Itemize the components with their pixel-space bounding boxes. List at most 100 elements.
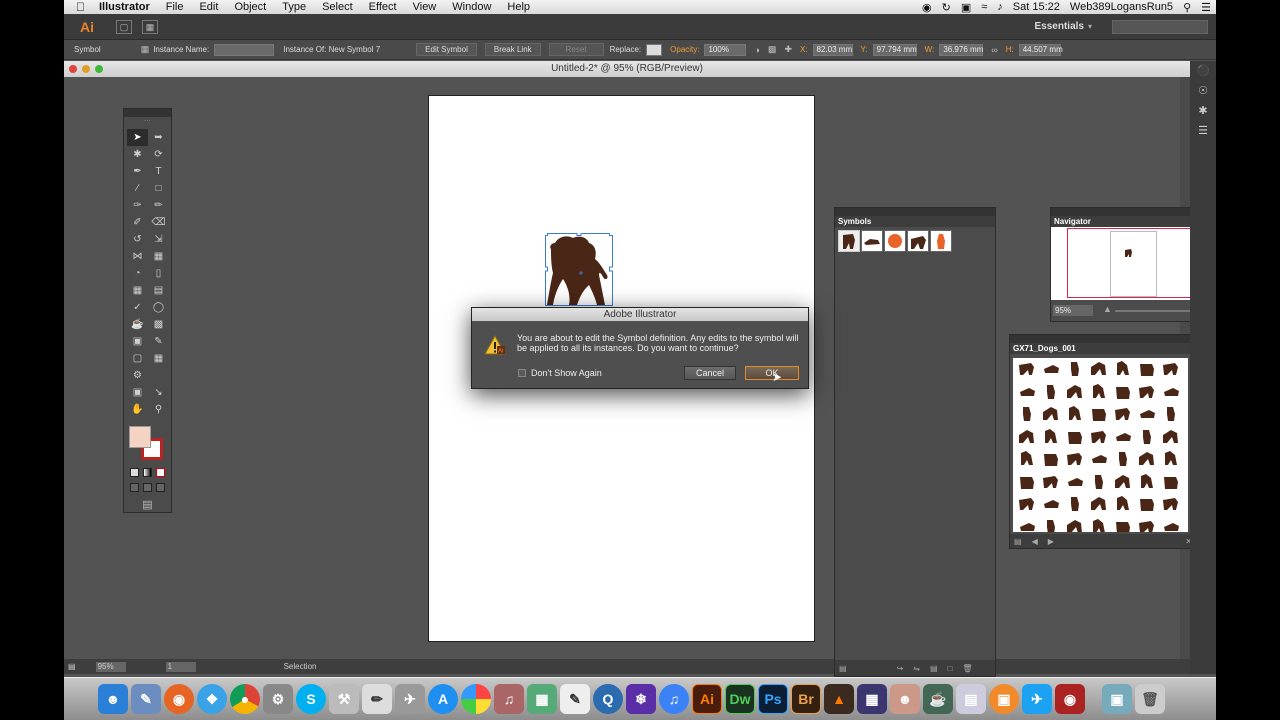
pencil-tool-icon[interactable]: ✏ [148,197,169,214]
pencils-icon[interactable]: ✏ [362,684,392,714]
eyedropper-tool-icon[interactable]: ✓ [127,299,148,316]
next-library-icon[interactable]: ▶ [1048,537,1054,546]
library-symbol[interactable] [1135,358,1158,381]
library-symbol[interactable] [1087,403,1110,426]
cup-icon[interactable]: ☕ [923,684,953,714]
status-text[interactable]: Selection [284,662,317,671]
trash-icon[interactable]: 🗑 [1135,684,1165,714]
menu-file[interactable]: File [158,0,192,14]
appearance-icon[interactable]: ☉ [1190,81,1216,101]
safari-icon[interactable]: ❖ [197,684,227,714]
rocket-icon[interactable]: ✈ [395,684,425,714]
library-symbol[interactable] [1039,381,1062,404]
library-symbol[interactable] [1159,471,1182,494]
gradient-mode-icon[interactable] [143,468,152,477]
lasso-tool-icon[interactable]: ⟳ [148,146,169,163]
library-panel-header[interactable] [1010,335,1202,343]
zoom-level[interactable]: 95% [95,661,126,672]
preview-2-icon[interactable]: ▤ [956,684,986,714]
library-symbol[interactable] [1111,381,1134,404]
library-symbol[interactable] [1039,471,1062,494]
rectangle-tool-icon[interactable]: □ [148,180,169,197]
gradient-tool-icon[interactable]: ▤ [148,282,169,299]
quicktime-icon[interactable]: Q [593,684,623,714]
zoom-slider[interactable] [1115,310,1193,312]
paintbrush-tool-icon[interactable]: ✑ [127,197,148,214]
scale-tool-icon[interactable]: ⇲ [148,231,169,248]
free-transform-tool-icon[interactable]: ▦ [148,248,169,265]
face-icon[interactable]: ☻ [890,684,920,714]
media-encoder-icon[interactable]: ▦ [857,684,887,714]
library-symbol[interactable] [1015,358,1038,381]
new-symbol-icon[interactable]: □ [948,664,953,673]
none-mode-icon[interactable] [156,468,165,477]
apple-icon[interactable]:  [64,0,91,14]
navigator-zoom-input[interactable]: 95% [1053,305,1093,316]
library-symbol[interactable] [1063,493,1086,516]
library-symbol[interactable] [1087,381,1110,404]
library-symbol[interactable] [1159,381,1182,404]
link-icon[interactable]: ∞ [991,45,997,55]
library-symbol[interactable] [1159,493,1182,516]
y-input[interactable]: 97.794 mm [872,43,917,56]
library-symbol[interactable] [1063,358,1086,381]
notifications-icon[interactable]: ☰ [1196,1,1216,14]
edit-symbol-button[interactable]: Edit Symbol [416,43,477,56]
app-store-icon[interactable]: A [428,684,458,714]
library-symbol[interactable] [1135,448,1158,471]
selection-tool-icon[interactable]: ➤ [127,129,148,146]
fill-swatch[interactable] [129,426,151,448]
wifi-icon[interactable]: ≈ [976,1,992,13]
grip-icon[interactable]: ⋯ [124,117,171,129]
symbol-thumbnail[interactable] [838,230,860,252]
library-symbol[interactable] [1063,471,1086,494]
chevron-down-icon[interactable]: ▾ [1088,22,1092,31]
library-symbol[interactable] [1015,493,1038,516]
library-symbol[interactable] [1159,448,1182,471]
library-symbol[interactable] [1111,448,1134,471]
itunes-icon[interactable]: ♫ [659,684,689,714]
eraser-2-tool-icon[interactable]: ⚙ [127,367,148,384]
dreamweaver-icon[interactable]: Dw [725,684,755,714]
instance-name-input[interactable] [214,43,275,56]
library-symbol[interactable] [1039,516,1062,532]
close-window-button[interactable] [69,65,77,73]
color-mode-icon[interactable] [130,468,139,477]
library-symbol[interactable] [1039,403,1062,426]
library-symbol[interactable] [1159,403,1182,426]
workspace-switcher[interactable]: Essentials [1035,21,1084,32]
symbol-thumbnail[interactable] [861,230,883,252]
photo-booth-icon[interactable]: ▦ [527,684,557,714]
library-symbol[interactable] [1135,426,1158,449]
arrange-documents-icon[interactable]: ▦ [142,19,158,34]
skype-icon[interactable]: S [296,684,326,714]
magic-wand-panel-icon[interactable]: ✱ [1190,101,1216,121]
menu-type[interactable]: Type [274,0,314,14]
line-tool-icon[interactable]: ∕ [127,180,148,197]
ibooks-icon[interactable]: ▣ [989,684,1019,714]
symbols-panel-header[interactable] [835,208,995,216]
help-search-input[interactable] [1112,19,1208,34]
layers-icon[interactable]: ☰ [1190,121,1216,141]
artboard-tool-icon[interactable]: ▣ [127,333,148,350]
type-tool-icon[interactable]: T [148,163,169,180]
spotlight-icon[interactable]: ⚲ [1178,1,1196,14]
guitar-icon[interactable]: ♫ [494,684,524,714]
symbol-thumbnail[interactable] [884,230,906,252]
library-symbol[interactable] [1039,493,1062,516]
photos-icon[interactable] [461,684,491,714]
acrobat-icon[interactable]: ▲ [824,684,854,714]
library-symbol[interactable] [1159,516,1182,533]
library-symbol[interactable] [1063,516,1086,532]
menu-object[interactable]: Object [226,0,274,14]
zoom-window-button[interactable] [95,65,103,73]
display-icon[interactable]: ▣ [956,1,976,14]
live-paint-tool-icon[interactable]: ▢ [127,350,148,367]
library-symbol[interactable] [1111,493,1134,516]
break-link-button[interactable]: Break Link [484,43,541,56]
width-tool-icon[interactable]: ⋈ [127,248,148,265]
live-paint-selection-tool-icon[interactable]: ▦ [148,350,169,367]
symbol-library-menu-icon[interactable]: ▤ [839,664,847,673]
pen-tool-icon[interactable]: ✒ [127,163,148,180]
library-symbol[interactable] [1159,358,1182,381]
